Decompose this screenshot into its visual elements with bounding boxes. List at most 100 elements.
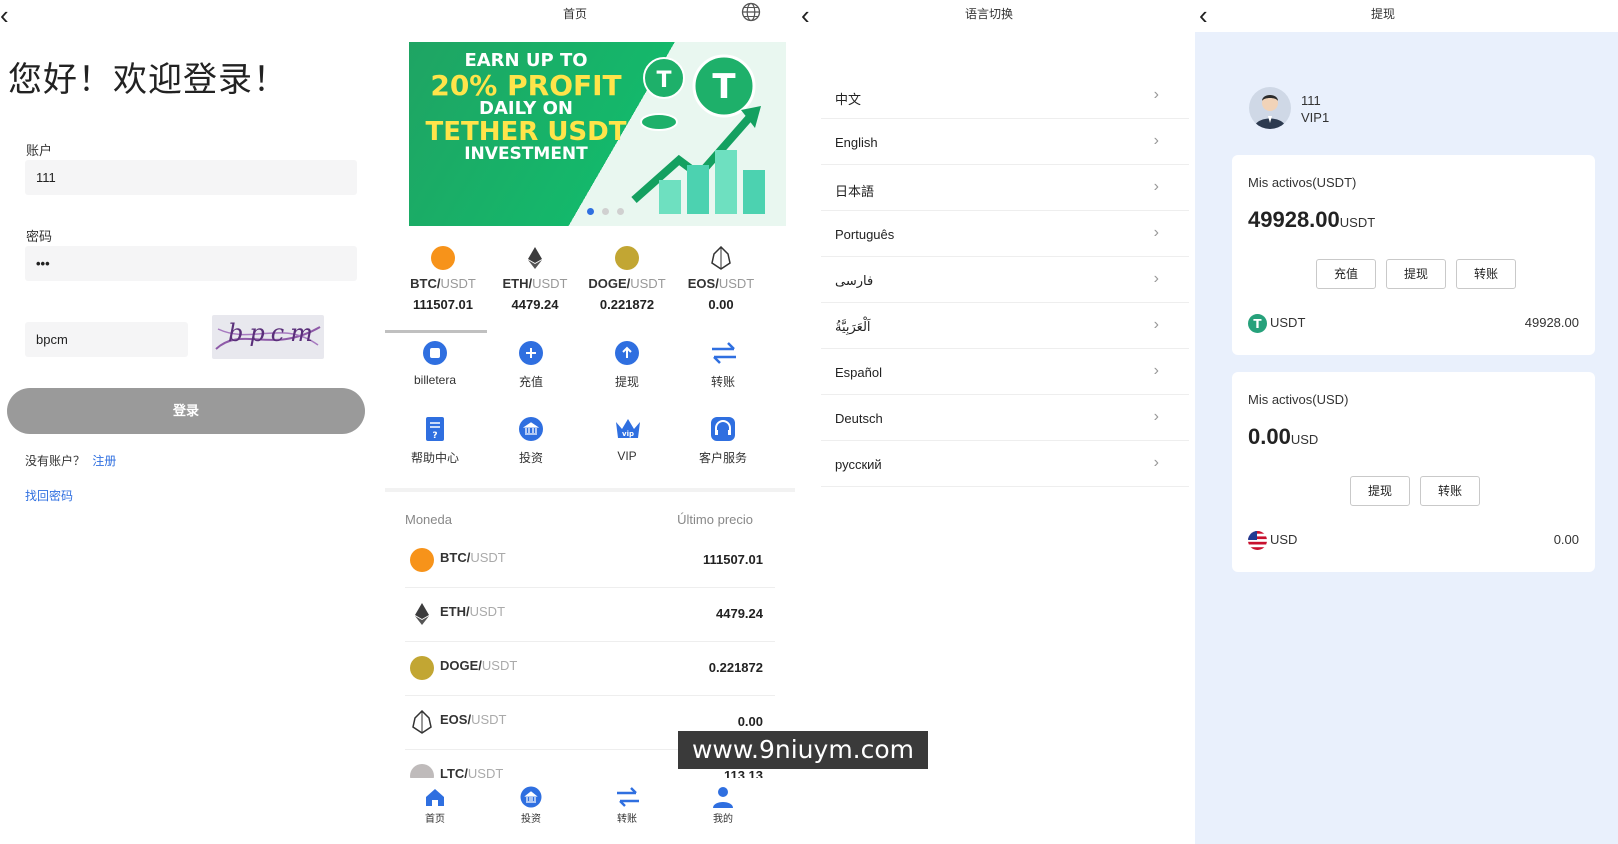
globe-icon[interactable]: [741, 2, 761, 22]
card-amount: 49928.00: [1248, 207, 1340, 232]
language-item[interactable]: Deutsch ›: [821, 395, 1189, 441]
language-item[interactable]: اَلْعَرَبِيَّةُ ›: [821, 303, 1189, 349]
carousel-dots[interactable]: [587, 208, 624, 215]
table-row[interactable]: ETH/USDT 4479.24: [405, 588, 775, 642]
banner-text: EARN UP TO 20% PROFIT DAILY ON TETHER US…: [421, 51, 631, 165]
back-icon[interactable]: ‹: [801, 2, 810, 28]
language-label: 中文: [835, 92, 862, 107]
withdraw-button[interactable]: 提现: [1386, 259, 1446, 289]
card-amount: 0.00: [1248, 424, 1291, 449]
wallet-icon: [422, 340, 448, 366]
ticker-price: 0.00: [708, 297, 734, 312]
language-item[interactable]: Português ›: [821, 211, 1189, 257]
table-row[interactable]: DOGE/USDT 0.221872: [405, 642, 775, 696]
language-item[interactable]: 日本語 ›: [821, 165, 1189, 211]
asset-card-usdt: Mis activos(USDT) 49928.00USDT 充值 提现 转账 …: [1232, 155, 1595, 355]
grid-item-wallet[interactable]: billetera: [387, 340, 483, 387]
currency-value: 49928.00: [1524, 315, 1579, 330]
language-item[interactable]: Español ›: [821, 349, 1189, 395]
ticker-base: BTC/: [410, 276, 441, 291]
deposit-button[interactable]: 充值: [1316, 259, 1376, 289]
carousel-dot[interactable]: [617, 208, 624, 215]
tab-label: 我的: [713, 814, 733, 825]
login-button[interactable]: 登录: [7, 388, 365, 434]
chevron-right-icon: ›: [1153, 362, 1159, 379]
table-row[interactable]: BTC/USDT 111507.01: [405, 534, 775, 588]
ticker-eos[interactable]: EOS/USDT 0.00: [673, 245, 769, 312]
grid-label: 帮助中心: [410, 451, 459, 465]
eth-icon: [410, 602, 434, 626]
language-label: اَلْعَرَبِيَّةُ: [835, 319, 871, 334]
user-icon: [712, 786, 734, 808]
ticker-quote: USDT: [440, 276, 476, 291]
tab-invest[interactable]: 投资: [483, 786, 579, 825]
account-input[interactable]: 111: [25, 160, 357, 195]
grid-item-help[interactable]: ? 帮助中心: [387, 416, 483, 466]
currency-label: USD: [1270, 532, 1298, 547]
ticker-eth[interactable]: ETH/USDT 4479.24: [487, 246, 583, 312]
language-item[interactable]: فارسی ›: [821, 257, 1189, 303]
row-price: 0.00: [737, 714, 763, 729]
grid-item-support[interactable]: 客户服务: [675, 416, 771, 466]
chevron-right-icon: ›: [1153, 132, 1159, 149]
banner-line5: INVESTMENT: [464, 144, 588, 165]
ticker-base: ETH/: [502, 276, 533, 291]
grid-label: 充值: [518, 375, 543, 389]
tab-home[interactable]: 首页: [387, 786, 483, 825]
ticker-base: DOGE/: [588, 276, 631, 291]
row-base: BTC/: [440, 550, 471, 565]
row-base: DOGE/: [440, 658, 482, 673]
tab-profile[interactable]: 我的: [675, 786, 771, 825]
tab-transfer[interactable]: 转账: [579, 786, 675, 825]
row-quote: USDT: [469, 604, 506, 619]
arrow-up-icon: [614, 340, 640, 366]
row-quote: USDT: [470, 550, 506, 565]
transfer-button[interactable]: 转账: [1420, 476, 1480, 506]
back-icon[interactable]: ‹: [1199, 2, 1208, 28]
user-level: VIP1: [1301, 110, 1330, 125]
language-item[interactable]: English ›: [821, 119, 1189, 165]
tab-label: 首页: [425, 814, 445, 825]
bank-icon: [518, 416, 544, 442]
transfer-button[interactable]: 转账: [1456, 259, 1516, 289]
password-input[interactable]: •••: [25, 246, 357, 281]
forgot-password-link[interactable]: 找回密码: [25, 487, 73, 504]
section-divider: [385, 488, 795, 492]
bank-icon: [520, 786, 542, 808]
withdraw-panel: ‹ 提现 111 VIP1 Mis activos(USDT) 49928.00…: [1195, 0, 1618, 844]
captcha-input[interactable]: bpcm: [25, 322, 188, 357]
ticker-doge[interactable]: DOGE/USDT 0.221872: [579, 246, 675, 312]
withdraw-button[interactable]: 提现: [1350, 476, 1410, 506]
page-title: 语言切换: [965, 7, 1014, 21]
chevron-right-icon: ›: [1153, 316, 1159, 333]
grid-item-invest[interactable]: 投资: [483, 416, 579, 466]
carousel-dot[interactable]: [587, 208, 594, 215]
doge-icon: [410, 656, 434, 680]
language-item[interactable]: 中文 ›: [821, 73, 1189, 119]
carousel-dot[interactable]: [602, 208, 609, 215]
language-label: Deutsch: [835, 411, 883, 426]
banner-line2: 20% PROFIT: [430, 68, 622, 102]
grid-item-withdraw[interactable]: 提现: [579, 340, 675, 390]
language-label: русский: [835, 457, 882, 472]
back-icon[interactable]: ‹: [0, 2, 9, 28]
vip-crown-icon: vip: [614, 416, 640, 442]
grid-item-deposit[interactable]: 充值: [483, 340, 579, 390]
us-flag-icon: [1248, 531, 1267, 550]
register-link[interactable]: 注册: [92, 454, 116, 468]
captcha-image[interactable]: bpcm: [212, 315, 324, 359]
btc-icon: [431, 246, 455, 270]
eos-icon: [709, 245, 733, 270]
promo-banner[interactable]: EARN UP TO 20% PROFIT DAILY ON TETHER US…: [409, 42, 786, 226]
row-base: EOS/: [440, 712, 472, 727]
card-title: Mis activos(USDT): [1248, 175, 1357, 190]
plus-icon: [518, 340, 544, 366]
grid-item-vip[interactable]: vip VIP: [579, 416, 675, 463]
ticker-scroll-indicator: [385, 330, 487, 333]
language-item[interactable]: русский ›: [821, 441, 1189, 487]
chevron-right-icon: ›: [1153, 86, 1159, 103]
avatar[interactable]: [1249, 87, 1291, 129]
ticker-btc[interactable]: BTC/USDT 111507.01: [395, 246, 491, 312]
grid-item-transfer[interactable]: 转账: [675, 340, 771, 390]
row-base: ETH/: [440, 604, 470, 619]
